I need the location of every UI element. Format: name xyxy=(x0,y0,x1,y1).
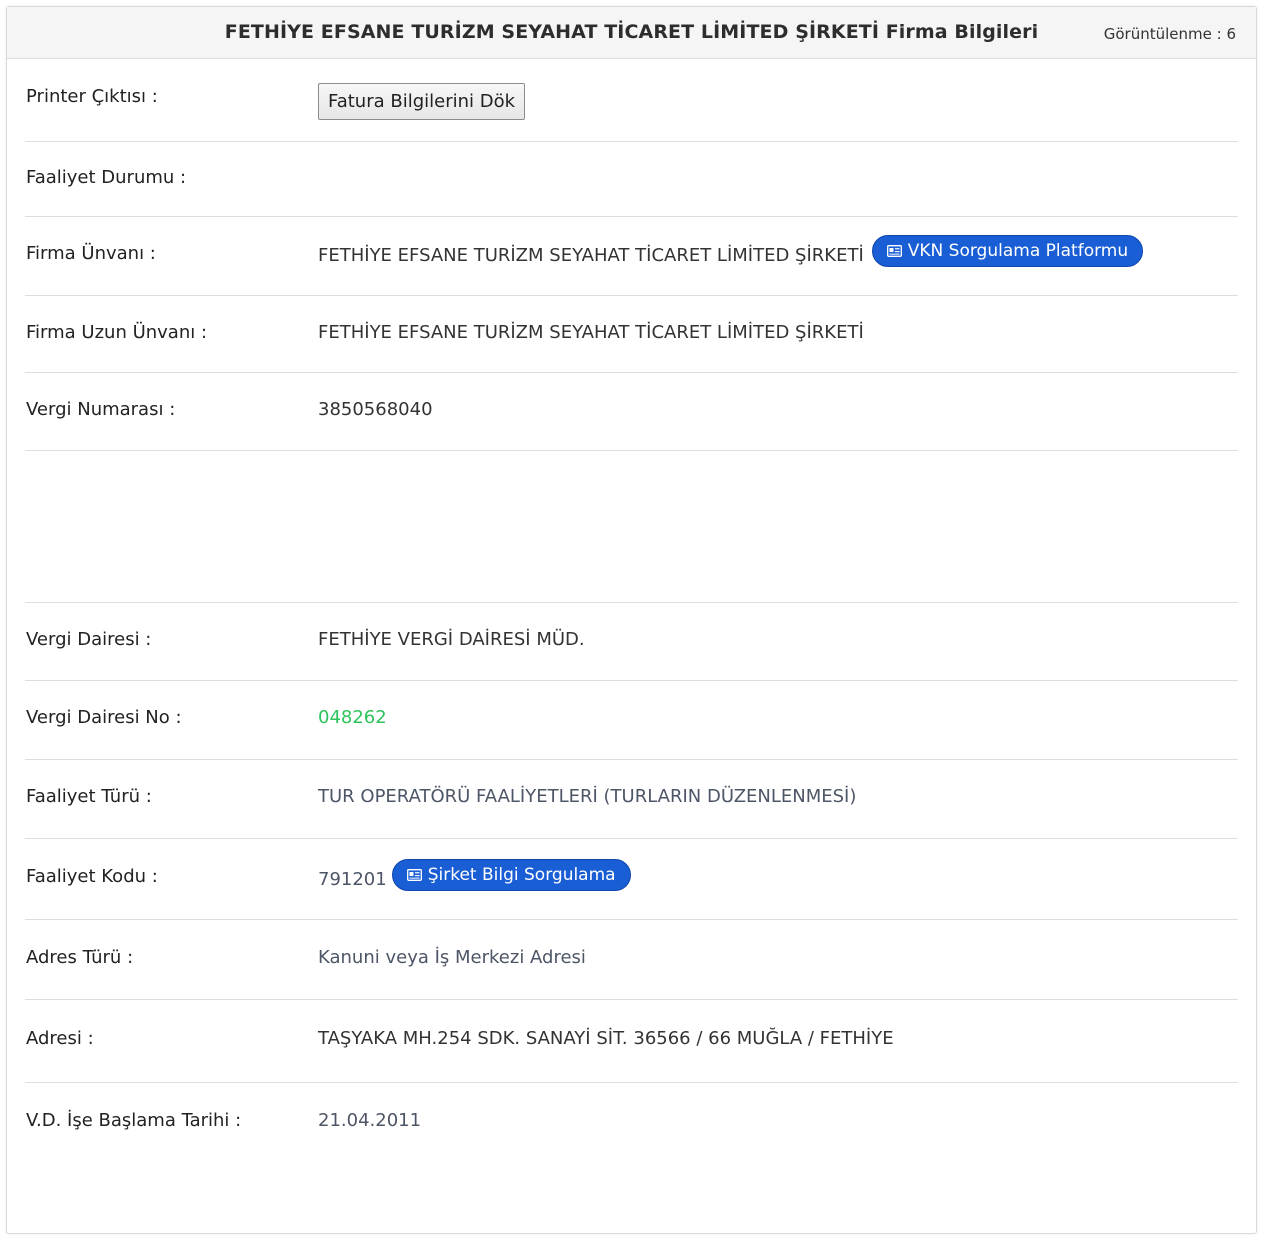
row-start-date: V.D. İşe Başlama Tarihi : 21.04.2011 xyxy=(25,1083,1238,1163)
row-status: Faaliyet Durumu : xyxy=(25,142,1238,217)
address-label: Adresi : xyxy=(26,1028,94,1049)
activity-code-label: Faaliyet Kodu : xyxy=(26,866,158,887)
status-label: Faaliyet Durumu : xyxy=(26,167,187,188)
id-card-icon xyxy=(886,245,902,257)
row-tax-office-no: Vergi Dairesi No : 048262 xyxy=(25,681,1238,760)
row-address: Adresi : TAŞYAKA MH.254 SDK. SANAYİ SİT.… xyxy=(25,1000,1238,1083)
row-empty-space xyxy=(25,451,1238,603)
address-value: TAŞYAKA MH.254 SDK. SANAYİ SİT. 36566 / … xyxy=(318,1028,894,1049)
start-date-value: 21.04.2011 xyxy=(318,1110,422,1131)
row-company-long-title: Firma Uzun Ünvanı : FETHİYE EFSANE TURİZ… xyxy=(25,296,1238,373)
activity-code-text: 791201 xyxy=(318,868,387,890)
tax-number-label: Vergi Numarası : xyxy=(26,399,176,420)
tax-office-no-value[interactable]: 048262 xyxy=(318,707,387,728)
vkn-query-button[interactable]: VKN Sorgulama Platformu xyxy=(871,235,1144,267)
card-header: FETHİYE EFSANE TURİZM SEYAHAT TİCARET Lİ… xyxy=(7,7,1256,59)
address-type-value: Kanuni veya İş Merkezi Adresi xyxy=(318,947,586,968)
company-title-text: FETHİYE EFSANE TURİZM SEYAHAT TİCARET Lİ… xyxy=(318,244,864,266)
row-tax-number: Vergi Numarası : 3850568040 xyxy=(25,373,1238,451)
tax-number-value: 3850568040 xyxy=(318,399,433,420)
tax-office-value: FETHİYE VERGİ DAİRESİ MÜD. xyxy=(318,629,585,650)
row-activity-code: Faaliyet Kodu : 791201 Şirket Bilgi Sorg… xyxy=(25,839,1238,920)
company-info-query-button[interactable]: Şirket Bilgi Sorgulama xyxy=(391,859,631,891)
tax-office-label: Vergi Dairesi : xyxy=(26,629,152,650)
row-company-title: Firma Ünvanı : FETHİYE EFSANE TURİZM SEY… xyxy=(25,217,1238,296)
company-info-card: FETHİYE EFSANE TURİZM SEYAHAT TİCARET Lİ… xyxy=(6,6,1257,1234)
row-activity-type: Faaliyet Türü : TUR OPERATÖRÜ FAALİYETLE… xyxy=(25,760,1238,839)
activity-type-value: TUR OPERATÖRÜ FAALİYETLERİ (TURLARIN DÜZ… xyxy=(318,786,857,807)
id-card-icon xyxy=(406,869,422,881)
company-title-label: Firma Ünvanı : xyxy=(26,243,156,264)
activity-type-label: Faaliyet Türü : xyxy=(26,786,152,807)
company-info-query-label: Şirket Bilgi Sorgulama xyxy=(427,865,616,885)
print-invoice-button[interactable]: Fatura Bilgilerini Dök xyxy=(318,83,526,120)
start-date-label: V.D. İşe Başlama Tarihi : xyxy=(26,1110,242,1131)
row-address-type: Adres Türü : Kanuni veya İş Merkezi Adre… xyxy=(25,920,1238,1000)
company-title-value: FETHİYE EFSANE TURİZM SEYAHAT TİCARET Lİ… xyxy=(318,235,1144,269)
printer-label: Printer Çıktısı : xyxy=(26,86,158,107)
company-long-title-label: Firma Uzun Ünvanı : xyxy=(26,322,208,343)
row-tax-office: Vergi Dairesi : FETHİYE VERGİ DAİRESİ MÜ… xyxy=(25,603,1238,681)
row-printer: Printer Çıktısı : Fatura Bilgilerini Dök xyxy=(25,59,1238,142)
page-title: FETHİYE EFSANE TURİZM SEYAHAT TİCARET Lİ… xyxy=(224,21,1039,43)
vkn-query-label: VKN Sorgulama Platformu xyxy=(907,241,1129,261)
address-type-label: Adres Türü : xyxy=(26,947,134,968)
company-long-title-value: FETHİYE EFSANE TURİZM SEYAHAT TİCARET Lİ… xyxy=(318,322,864,343)
tax-office-no-label: Vergi Dairesi No : xyxy=(26,707,182,728)
view-count: Görüntülenme : 6 xyxy=(1103,25,1236,43)
activity-code-value: 791201 Şirket Bilgi Sorgulama xyxy=(318,859,631,893)
